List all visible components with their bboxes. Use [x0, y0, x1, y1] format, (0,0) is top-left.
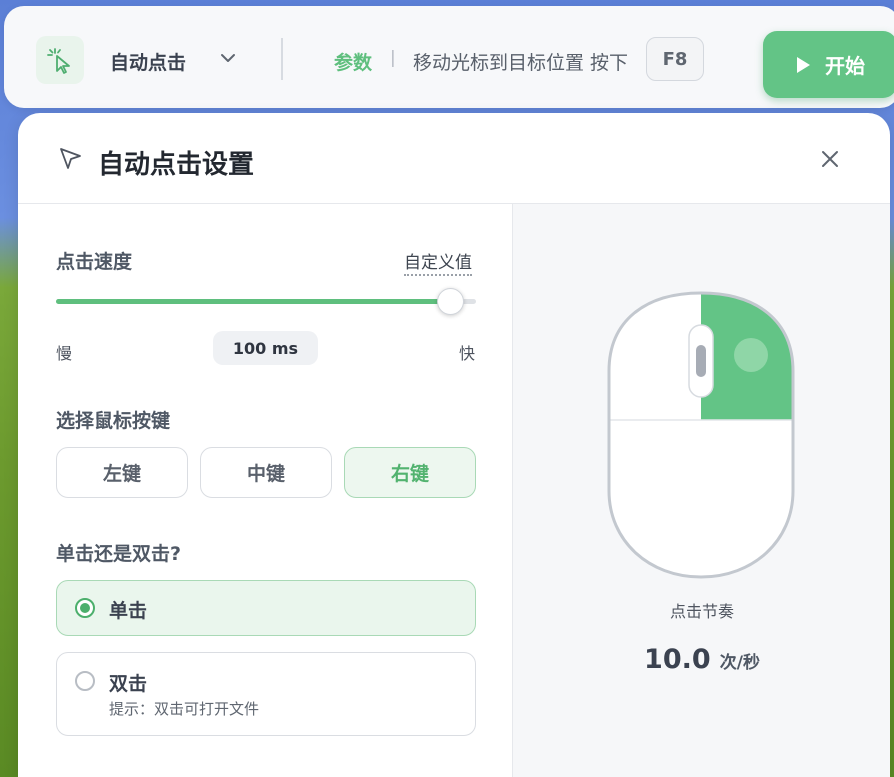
dialog-title: 自动点击设置: [98, 150, 255, 180]
start-button-label: 开始: [825, 54, 865, 78]
start-button[interactable]: 开始: [763, 31, 894, 98]
cursor-click-icon[interactable]: [36, 36, 84, 84]
cursor-arrow-icon: [60, 148, 81, 169]
click-rate-value: 10.0: [644, 644, 711, 675]
middle-button-option[interactable]: 中键: [200, 447, 332, 498]
top-toolbar: 自动点击 参数 | 移动光标到目标位置 按下 F8 开始: [4, 6, 894, 108]
click-rate: 10.0 次/秒: [513, 644, 890, 675]
double-click-radio[interactable]: [75, 671, 95, 691]
settings-column: 点击速度 自定义值 慢 100 ms 快 选择鼠标按键 左键 中键 右键 单击还…: [18, 204, 512, 777]
speed-slider[interactable]: [56, 288, 476, 315]
speed-slider-fill: [56, 299, 451, 304]
auto-click-settings-dialog: 自动点击设置 点击速度 自定义值 慢 100 ms 快 选择鼠标按键 左键 中键…: [18, 113, 890, 777]
speed-value: 100 ms: [213, 331, 318, 365]
dialog-header: 自动点击设置: [18, 113, 890, 204]
click-type-label: 单击还是双击?: [56, 543, 182, 565]
hotkey-hint: 移动光标到目标位置 按下: [413, 52, 629, 74]
click-rate-unit: 次/秒: [719, 653, 760, 673]
slow-label: 慢: [56, 344, 73, 363]
speed-slider-thumb[interactable]: [437, 288, 465, 315]
mode-label[interactable]: 自动点击: [110, 48, 186, 75]
preview-column: 点击节奏 10.0 次/秒: [512, 204, 890, 777]
custom-value-link[interactable]: 自定义值: [404, 248, 472, 276]
toolbar-divider: [281, 38, 283, 80]
close-icon[interactable]: [818, 147, 842, 171]
speed-label: 点击速度: [56, 251, 133, 273]
left-button-option[interactable]: 左键: [56, 447, 188, 498]
double-click-hint: 提示：双击可打开文件: [109, 700, 260, 718]
double-click-option[interactable]: 双击 提示：双击可打开文件: [56, 652, 476, 736]
single-click-title: 单击: [109, 600, 148, 622]
mouse-preview-icon: [607, 291, 795, 579]
mouse-button-label: 选择鼠标按键: [56, 410, 171, 432]
right-button-option[interactable]: 右键: [344, 447, 476, 498]
single-click-radio[interactable]: [75, 598, 95, 618]
fast-label: 快: [459, 344, 476, 363]
click-rhythm-label: 点击节奏: [669, 602, 734, 621]
single-click-option[interactable]: 单击: [56, 580, 476, 636]
params-label[interactable]: 参数: [334, 48, 372, 75]
play-icon: [797, 56, 810, 73]
chevron-down-icon[interactable]: [218, 48, 238, 68]
hotkey-badge: F8: [646, 37, 704, 81]
double-click-title: 双击: [109, 673, 148, 695]
params-separator: |: [390, 48, 396, 68]
